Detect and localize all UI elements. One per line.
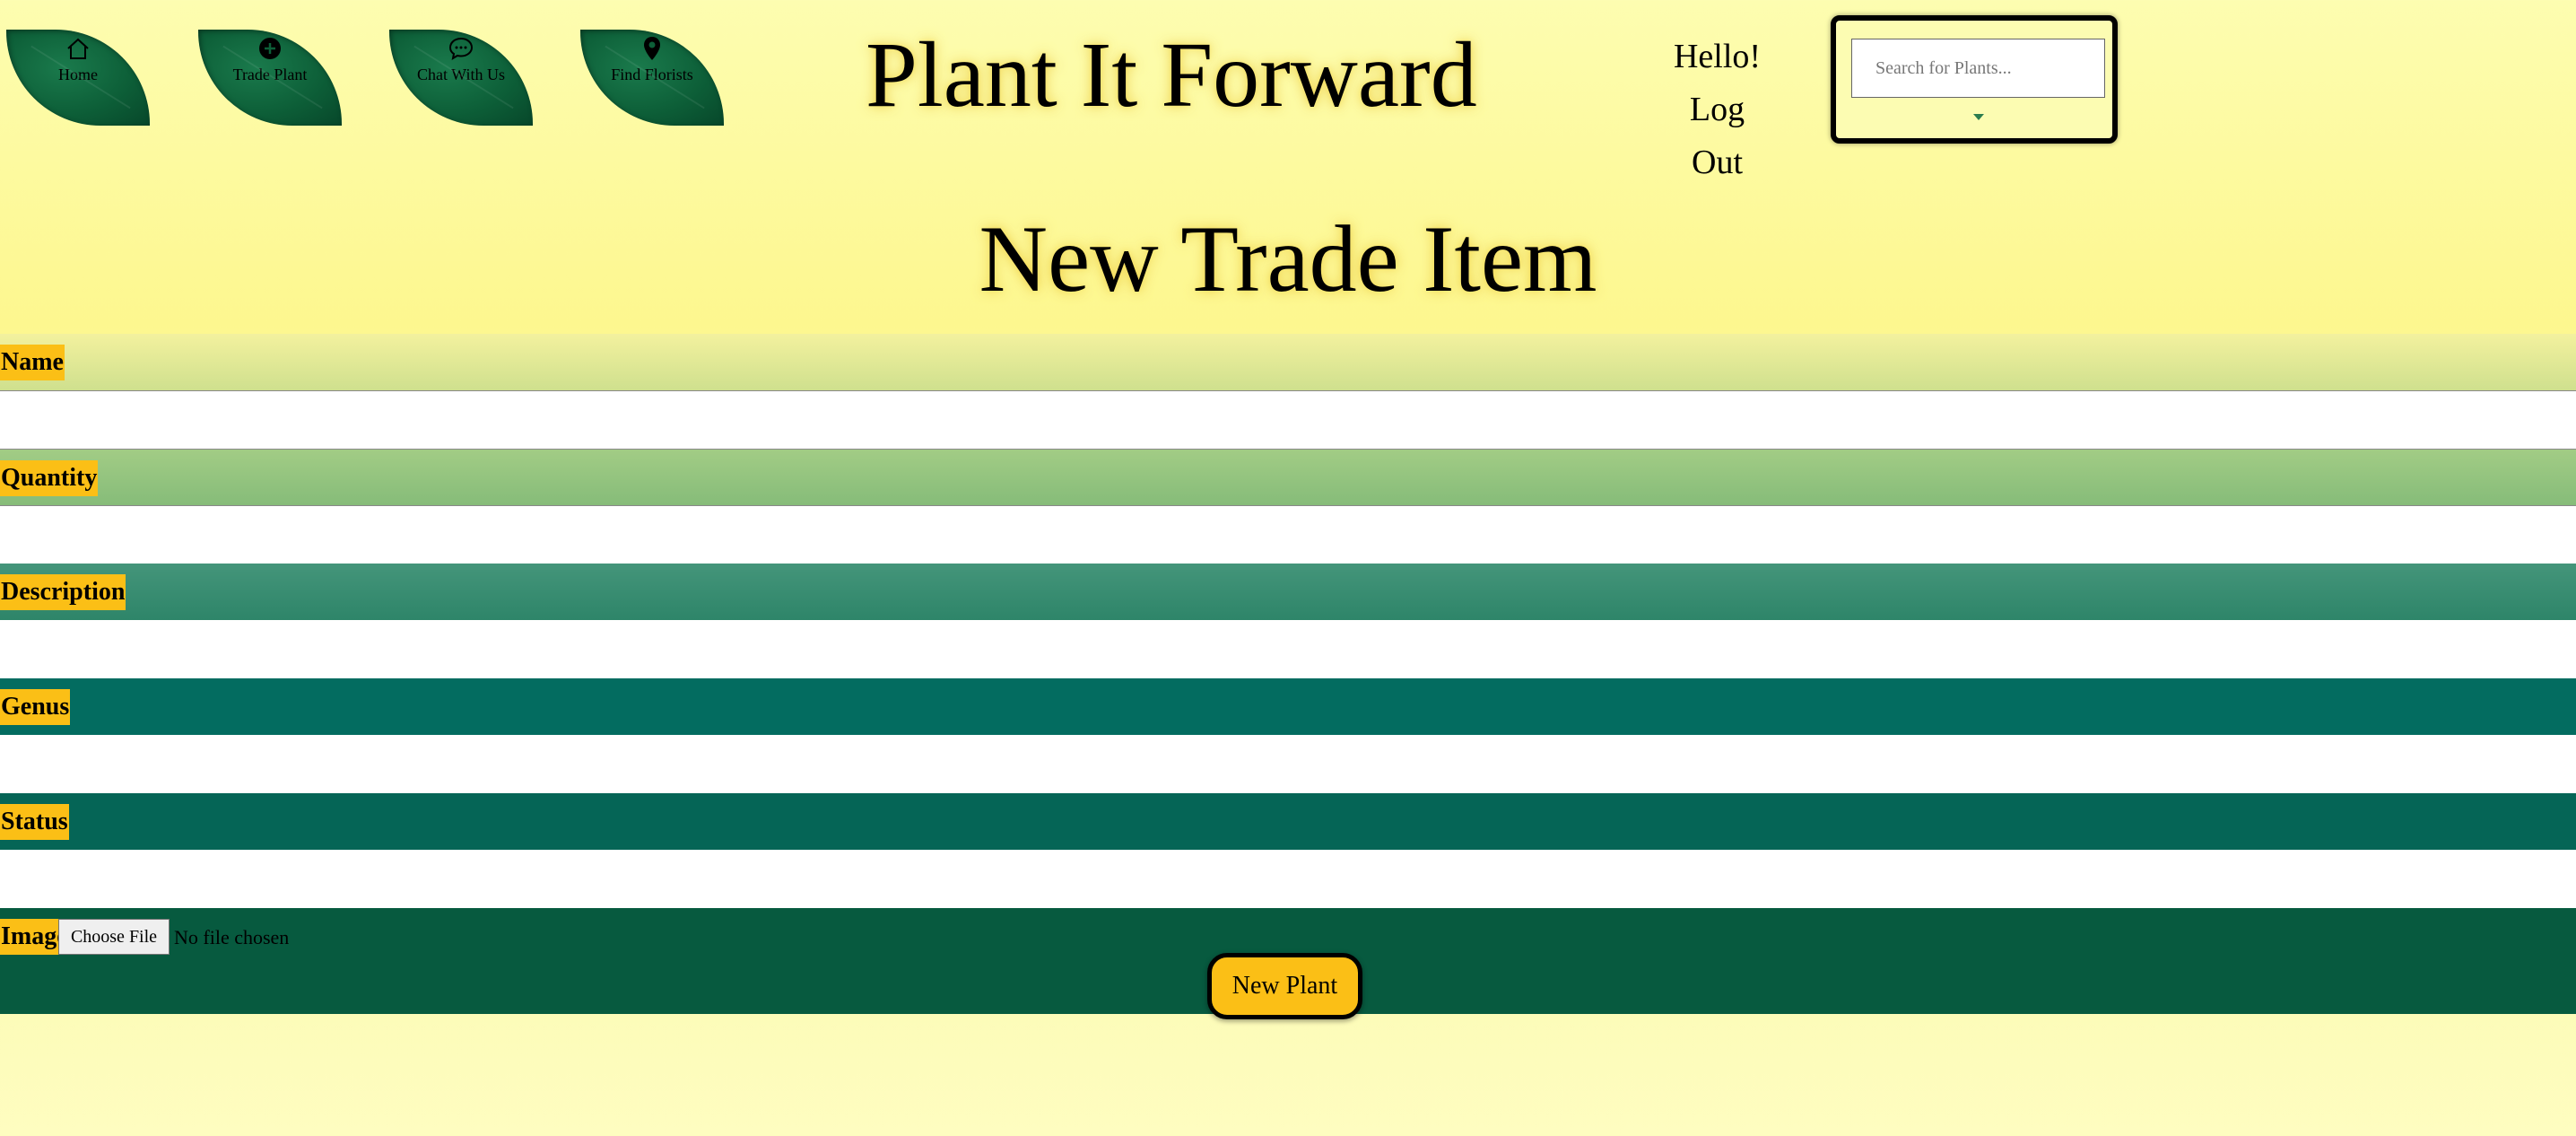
logout-link[interactable]: Log Out	[1661, 83, 1773, 189]
description-input[interactable]	[0, 620, 2576, 680]
nav-item-label: Home	[58, 66, 98, 83]
home-icon	[67, 38, 89, 59]
site-title: Plant It Forward	[866, 23, 1477, 127]
user-menu: Hello! Log Out	[1661, 31, 1773, 189]
quantity-label: Quantity	[0, 460, 99, 496]
choose-file-button[interactable]: Choose File	[58, 919, 170, 955]
genus-input-row	[0, 735, 2576, 795]
plus-circle-icon	[259, 38, 281, 59]
description-input-row	[0, 620, 2576, 680]
nav-item-label: Chat With Us	[417, 66, 505, 83]
page-title: New Trade Item	[979, 206, 1597, 311]
nav-item-trade-plant[interactable]: Trade Plant	[198, 30, 342, 126]
description-label-row: Description	[0, 564, 2576, 620]
description-label: Description	[0, 574, 126, 610]
genus-input[interactable]	[0, 735, 2576, 795]
genus-label-row: Genus	[0, 678, 2576, 735]
status-label: Status	[0, 804, 69, 840]
nav-item-label: Find Florists	[611, 66, 693, 83]
nav-item-find-florists[interactable]: Find Florists	[580, 30, 724, 126]
name-label-row: Name	[0, 334, 2576, 390]
quantity-label-row: Quantity	[0, 449, 2576, 505]
quantity-input[interactable]	[0, 506, 2576, 565]
chat-bubble-icon	[448, 37, 474, 61]
search-dropdown-caret-icon[interactable]	[1973, 114, 1984, 120]
genus-label: Genus	[0, 689, 71, 725]
nav-item-label: Trade Plant	[232, 66, 308, 83]
status-label-row: Status	[0, 793, 2576, 850]
new-trade-item-form: Name Quantity Description Genus Status I…	[0, 334, 2576, 1019]
name-input-row	[0, 390, 2576, 450]
status-input[interactable]	[0, 850, 2576, 910]
status-input-row	[0, 850, 2576, 910]
search-panel	[1831, 15, 2118, 144]
nav-item-home[interactable]: Home	[6, 30, 150, 126]
file-status-text: No file chosen	[174, 926, 290, 948]
new-plant-button[interactable]: New Plant	[1207, 953, 1362, 1019]
name-label: Name	[0, 345, 65, 380]
nav-item-chat-with-us[interactable]: Chat With Us	[389, 30, 533, 126]
quantity-input-row	[0, 505, 2576, 565]
name-input[interactable]	[0, 391, 2576, 450]
greeting-text: Hello!	[1673, 38, 1762, 75]
image-upload-row: Image Choose File No file chosen New Pla…	[0, 908, 2576, 1019]
map-pin-icon	[644, 37, 660, 60]
search-input[interactable]	[1851, 39, 2105, 98]
